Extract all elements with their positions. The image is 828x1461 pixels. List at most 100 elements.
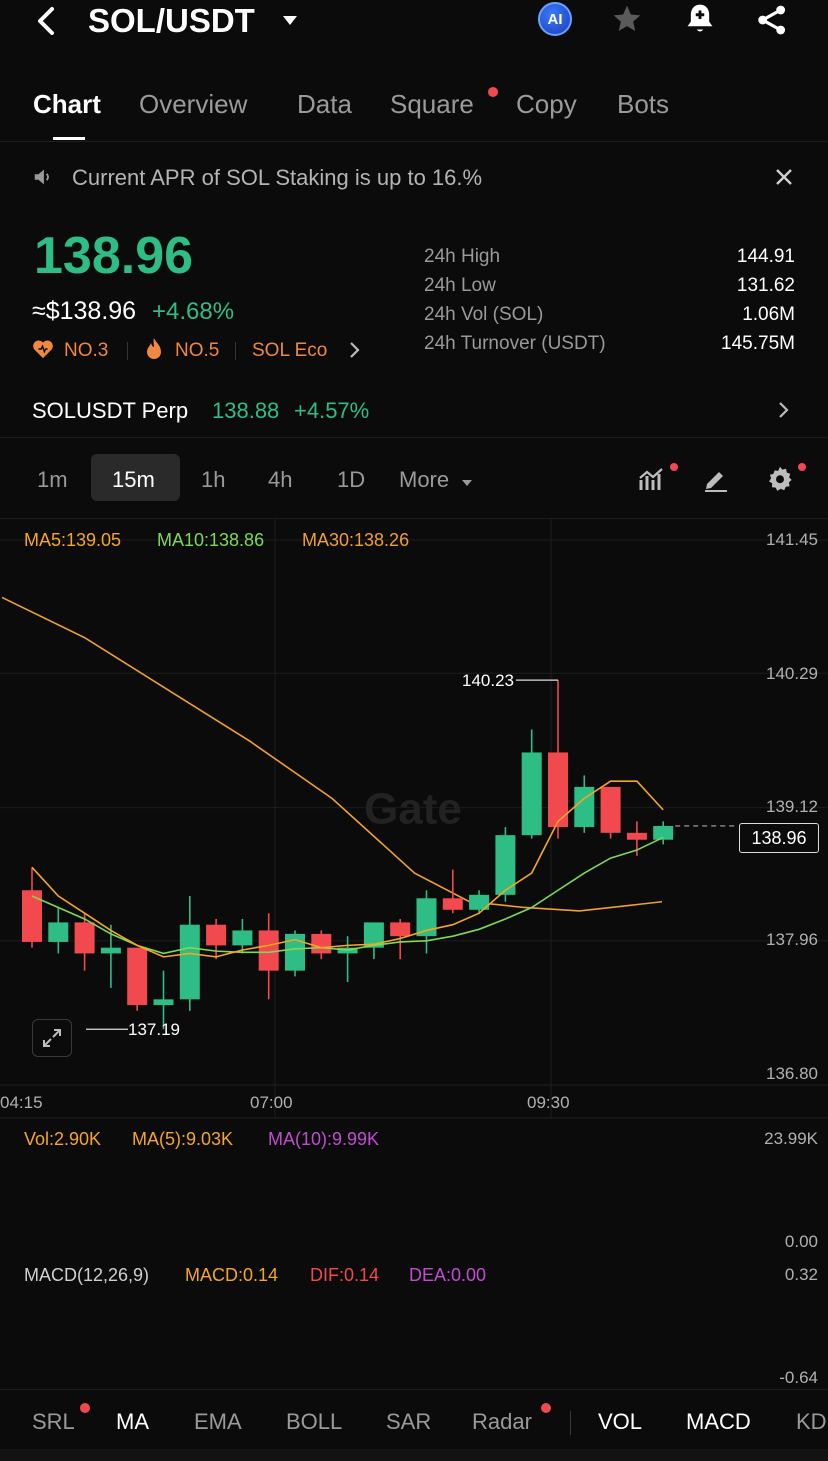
rank-badge-2[interactable]: NO.5: [175, 340, 219, 362]
back-arrow-icon: [38, 7, 54, 35]
tab-chart[interactable]: Chart: [33, 89, 101, 120]
x-tick-label: 04:15: [0, 1093, 43, 1112]
interval-4h[interactable]: 4h: [268, 467, 292, 493]
stat-label-low: 24h Low: [424, 275, 496, 296]
indicator-separator: [570, 1411, 571, 1435]
candle-body: [626, 832, 647, 840]
square-notification-dot: [488, 87, 498, 97]
fire-icon: [144, 337, 164, 366]
candle-body: [22, 890, 42, 942]
speaker-icon: [32, 166, 54, 193]
interval-1d[interactable]: 1D: [337, 467, 365, 493]
perp-label[interactable]: SOLUSDT Perp: [32, 398, 188, 424]
stat-label-turnover: 24h Turnover (USDT): [424, 333, 606, 354]
close-icon[interactable]: [774, 167, 794, 192]
rank-badge-1[interactable]: NO.3: [64, 340, 108, 362]
tab-bots[interactable]: Bots: [617, 89, 669, 120]
divider-bar: [235, 342, 236, 360]
draw-pen-icon[interactable]: [703, 466, 729, 497]
last-price-tag: 138.96: [739, 823, 819, 853]
tab-chart-underline: [53, 137, 85, 140]
tab-copy[interactable]: Copy: [516, 89, 577, 120]
pair-title[interactable]: SOL/USDT: [88, 2, 255, 40]
interval-1m[interactable]: 1m: [37, 467, 68, 493]
indicator-divider: [0, 1389, 828, 1390]
interval-1h[interactable]: 1h: [201, 467, 225, 493]
stat-value-low: 131.62: [736, 275, 795, 296]
vol-y-max: 23.99K: [764, 1129, 818, 1148]
eco-badge[interactable]: SOL Eco: [252, 340, 327, 362]
ma30-legend: MA30:138.26: [302, 530, 410, 550]
indicator-boll[interactable]: BOLL: [286, 1409, 342, 1435]
low-marker-label: 137.19: [128, 1020, 180, 1039]
settings-notification-dot: [798, 463, 806, 471]
tab-square[interactable]: Square: [390, 89, 474, 120]
dropdown-caret-icon[interactable]: [282, 14, 298, 32]
x-tick-label: 07:00: [250, 1093, 293, 1112]
indicator-ma[interactable]: MA: [116, 1409, 149, 1435]
macd-value: MACD:0.14: [185, 1265, 279, 1285]
indicator-chart-icon[interactable]: [638, 466, 666, 497]
tab-data[interactable]: Data: [297, 89, 352, 120]
interval-15m[interactable]: 15m: [112, 467, 155, 493]
stat-label-vol: 24h Vol (SOL): [424, 304, 544, 325]
back-button[interactable]: [26, 4, 66, 38]
perp-change: +4.57%: [294, 398, 370, 423]
candle-body: [127, 947, 148, 1006]
candle-body: [521, 752, 542, 836]
x-tick-label: 09:30: [527, 1093, 570, 1112]
share-icon[interactable]: [756, 4, 788, 41]
ma5-legend: MA5:139.05: [24, 530, 122, 550]
candle-body: [100, 947, 121, 954]
candlestick-chart[interactable]: Gate 140.23 137.19: [0, 519, 828, 1119]
tab-overview[interactable]: Overview: [139, 89, 247, 120]
y-tick-label: 136.80: [766, 1064, 818, 1083]
dea-value: DEA:0.00: [409, 1265, 487, 1285]
candle-body: [390, 922, 411, 937]
indicator-macd[interactable]: MACD: [686, 1409, 751, 1435]
usd-price: ≈$138.96: [32, 297, 137, 325]
y-tick-label: 141.45: [766, 530, 818, 549]
stat-value-vol: 1.06M: [742, 304, 795, 325]
perp-chevron-icon[interactable]: [778, 401, 790, 424]
vol-ma5-legend: MA(5):9.03K: [132, 1129, 234, 1149]
star-icon[interactable]: [610, 3, 644, 40]
candle-body: [442, 898, 463, 910]
candle-body: [48, 922, 69, 942]
high-marker-label: 140.23: [462, 671, 514, 690]
vol-ma10-legend: MA(10):9.99K: [268, 1129, 380, 1149]
interval-more[interactable]: More: [399, 467, 449, 493]
indicator-radar[interactable]: Radar: [472, 1409, 532, 1435]
rank-heart-icon: [32, 339, 54, 364]
indicator-vol[interactable]: VOL: [598, 1409, 642, 1435]
indicator-srl[interactable]: SRL: [32, 1409, 75, 1435]
ai-label: AI: [547, 10, 563, 28]
indicator-ema[interactable]: EMA: [194, 1409, 242, 1435]
tabs-divider: [0, 141, 828, 142]
ai-button[interactable]: AI: [538, 2, 572, 36]
y-tick-label: 140.29: [766, 664, 818, 683]
announcement-text[interactable]: Current APR of SOL Staking is up to 16.%: [72, 165, 482, 191]
dif-value: DIF:0.14: [310, 1265, 380, 1285]
ma10-legend: MA10:138.86: [157, 530, 265, 550]
indicator-notification-dot: [670, 463, 678, 471]
divider-bar: [127, 342, 128, 360]
expand-button[interactable]: [32, 1019, 72, 1057]
indicator-sar[interactable]: SAR: [386, 1409, 431, 1435]
bell-plus-icon[interactable]: [684, 2, 716, 41]
candle-body: [232, 930, 253, 946]
gate-watermark: Gate: [364, 784, 462, 833]
macd-y-min: -0.64: [779, 1368, 818, 1387]
perp-divider: [0, 437, 828, 438]
indicator-kd[interactable]: KD: [796, 1409, 827, 1435]
candle-body: [206, 924, 227, 946]
gear-icon[interactable]: [766, 465, 794, 498]
last-price: 138.96: [34, 227, 194, 285]
more-caret-icon: [461, 475, 473, 493]
expand-icon: [43, 1029, 61, 1047]
vol-y-min: 0.00: [784, 1232, 818, 1251]
stat-label-high: 24h High: [424, 246, 501, 267]
candle-body: [153, 999, 174, 1006]
macd-title: MACD(12,26,9): [24, 1265, 150, 1285]
chevron-right-icon[interactable]: [349, 341, 361, 364]
